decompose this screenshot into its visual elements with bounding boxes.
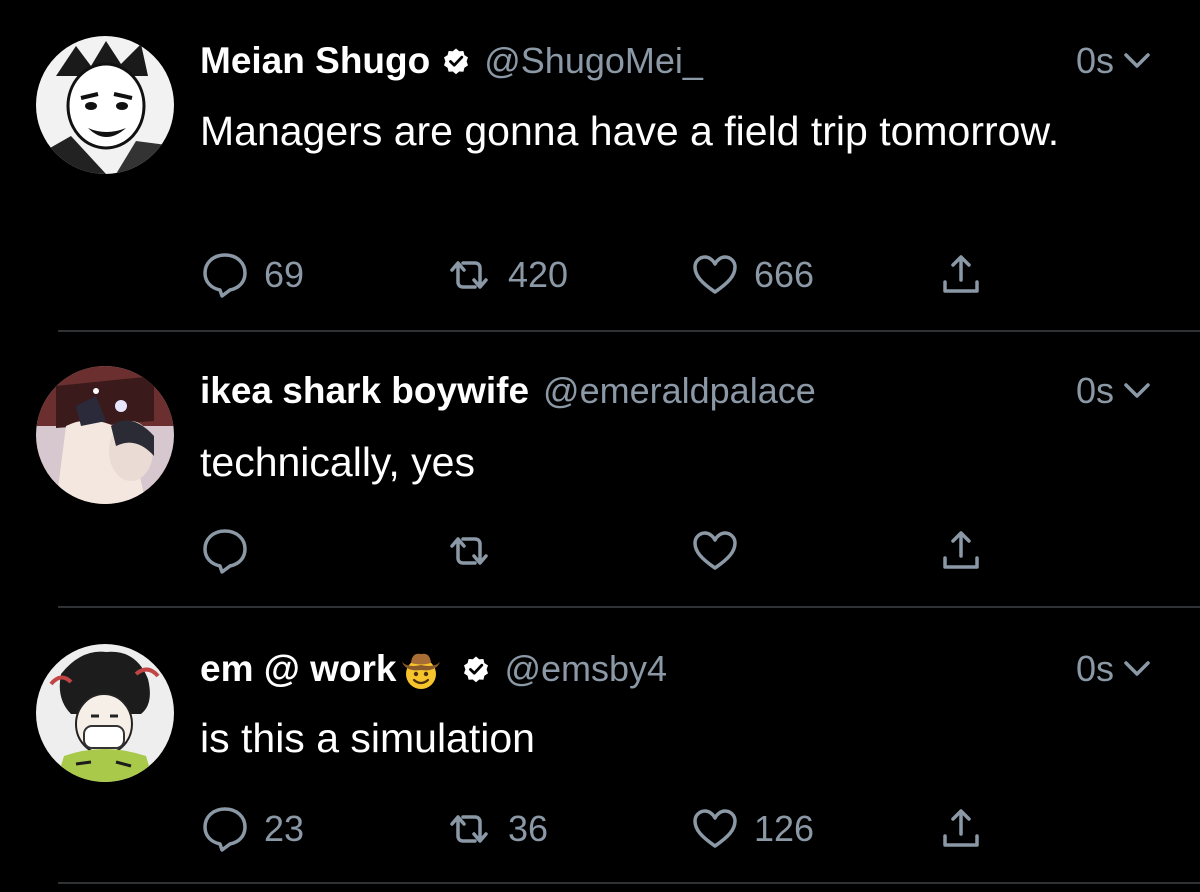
avatar[interactable]	[36, 644, 174, 782]
share-button[interactable]	[936, 248, 986, 302]
tweet-text: is this a simulation	[200, 715, 535, 761]
avatar[interactable]	[36, 36, 174, 174]
verified-badge-icon	[442, 47, 470, 75]
user-handle[interactable]: @ShugoMei_	[484, 40, 703, 82]
tweet-meta: 0s	[1076, 644, 1154, 694]
retweet-button[interactable]: 36	[444, 802, 548, 856]
share-button[interactable]	[936, 524, 986, 578]
like-icon	[690, 804, 740, 854]
reply-icon	[200, 804, 250, 854]
display-name[interactable]: ikea shark boywife	[200, 370, 529, 412]
chevron-down-icon[interactable]	[1120, 374, 1154, 408]
chevron-down-icon[interactable]	[1120, 44, 1154, 78]
user-handle[interactable]: @emsby4	[504, 648, 667, 690]
chevron-down-icon[interactable]	[1120, 652, 1154, 686]
share-icon	[936, 526, 986, 576]
like-icon	[690, 250, 740, 300]
divider	[58, 882, 1200, 884]
tweet-header: em @ work @emsby4	[200, 644, 667, 694]
tweet[interactable]: Meian Shugo @ShugoMei_ 0s Managers are g…	[0, 0, 1200, 330]
like-icon	[690, 526, 740, 576]
user-handle[interactable]: @emeraldpalace	[543, 370, 816, 412]
reply-button[interactable]: 23	[200, 802, 304, 856]
tweet-meta: 0s	[1076, 36, 1154, 86]
avatar[interactable]	[36, 366, 174, 504]
like-count: 666	[754, 254, 815, 295]
share-icon	[936, 804, 986, 854]
retweet-count: 36	[508, 808, 549, 849]
like-button[interactable]	[690, 524, 754, 578]
retweet-button[interactable]: 420	[444, 248, 568, 302]
tweet-actions: 23 36 126	[0, 802, 1200, 856]
reply-icon	[200, 250, 250, 300]
like-button[interactable]: 666	[690, 248, 814, 302]
tweet[interactable]: ikea shark boywife @emeraldpalace 0s tec…	[0, 332, 1200, 606]
like-count: 126	[754, 808, 815, 849]
tweet-actions	[0, 524, 1200, 578]
share-icon	[936, 250, 986, 300]
reply-count: 69	[264, 254, 305, 295]
reply-button[interactable]: 69	[200, 248, 304, 302]
cowboy-face-emoji	[398, 646, 444, 692]
reply-button[interactable]	[200, 524, 264, 578]
retweet-icon	[444, 804, 494, 854]
reply-icon	[200, 526, 250, 576]
timestamp: 0s	[1075, 648, 1114, 689]
retweet-count: 420	[508, 254, 569, 295]
timestamp: 0s	[1075, 40, 1114, 81]
tweet-header: Meian Shugo @ShugoMei_	[200, 36, 703, 86]
display-name[interactable]: em @ work	[200, 648, 396, 690]
retweet-icon	[444, 526, 494, 576]
reply-count: 23	[264, 808, 305, 849]
like-button[interactable]: 126	[690, 802, 814, 856]
tweet-actions: 69 420 666	[0, 248, 1200, 302]
timestamp: 0s	[1075, 370, 1114, 411]
retweet-button[interactable]	[444, 524, 508, 578]
tweet[interactable]: em @ work @emsby4 0s is this a simulatio…	[0, 608, 1200, 892]
share-button[interactable]	[936, 802, 986, 856]
verified-badge-icon	[462, 655, 490, 683]
tweet-header: ikea shark boywife @emeraldpalace	[200, 366, 816, 416]
retweet-icon	[444, 250, 494, 300]
display-name[interactable]: Meian Shugo	[200, 40, 430, 82]
tweet-text: Managers are gonna have a field trip tom…	[200, 108, 1060, 154]
tweet-text: technically, yes	[200, 439, 475, 485]
tweet-meta: 0s	[1076, 366, 1154, 416]
